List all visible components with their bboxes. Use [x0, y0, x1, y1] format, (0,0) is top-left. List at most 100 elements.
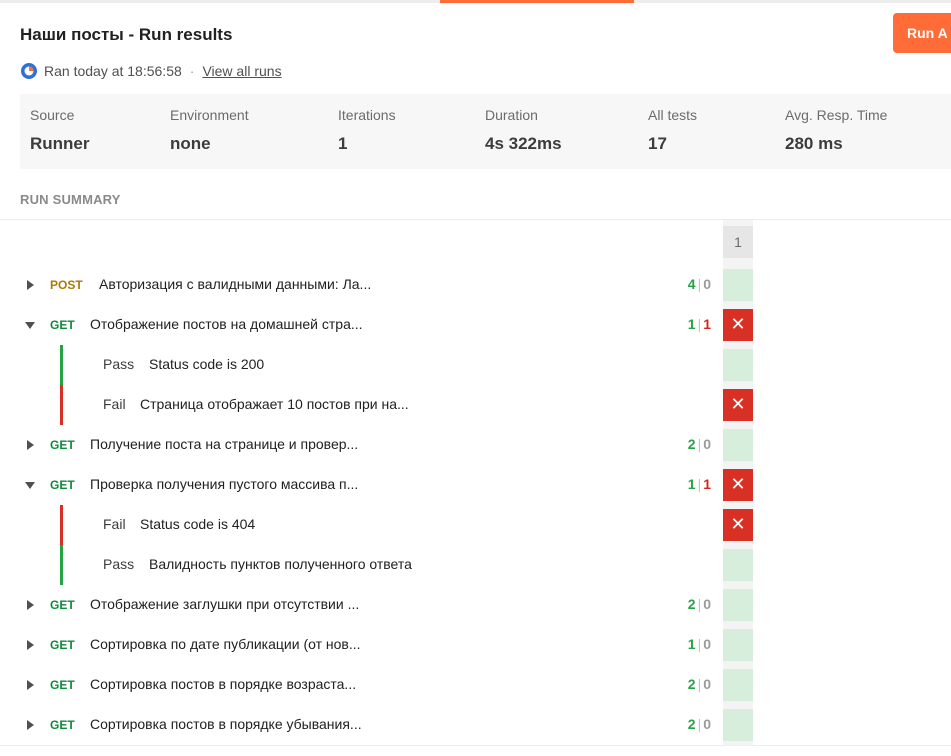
ran-time: Ran today at 18:56:58: [44, 63, 182, 79]
fail-indicator: [60, 385, 63, 425]
run-summary-heading: RUN SUMMARY: [20, 192, 121, 207]
iteration-header[interactable]: 1: [723, 226, 753, 258]
passed-count: 2: [687, 716, 696, 732]
iteration-pass-cell[interactable]: [723, 349, 753, 381]
request-name[interactable]: Сортировка по дате публикации (от нов...: [90, 636, 361, 652]
stat-source: Source Runner: [30, 107, 90, 154]
runner-icon: [21, 63, 37, 79]
test-counts: 1 | 1: [688, 316, 711, 332]
method-badge: GET: [50, 318, 75, 332]
stat-environment: Environment none: [170, 107, 249, 154]
test-result: Fail: [103, 516, 126, 532]
method-badge: GET: [50, 718, 75, 732]
failed-count: 1: [703, 316, 711, 332]
close-icon: ✕: [730, 394, 746, 414]
count-separator: |: [697, 476, 702, 492]
test-row: Fail Status code is 404 ✕: [0, 505, 951, 545]
request-row[interactable]: POST Авторизация с валидными данными: Ла.…: [0, 265, 951, 305]
request-name[interactable]: Проверка получения пустого массива п...: [90, 476, 358, 492]
stat-avg-resp-time: Avg. Resp. Time 280 ms: [785, 107, 887, 154]
stat-duration: Duration 4s 322ms: [485, 107, 562, 154]
caret-down-icon[interactable]: [25, 482, 35, 489]
caret-right-icon[interactable]: [27, 280, 34, 290]
request-name[interactable]: Сортировка постов в порядке возраста...: [90, 676, 356, 692]
test-row: Fail Страница отображает 10 постов при на…: [0, 385, 951, 425]
separator: ·: [189, 63, 195, 79]
iteration-pass-cell[interactable]: [723, 269, 753, 301]
request-row[interactable]: GET Проверка получения пустого массива п.…: [0, 465, 951, 505]
stat-label: Avg. Resp. Time: [785, 107, 888, 123]
stat-value: 280 ms: [785, 134, 843, 153]
count-separator: |: [697, 316, 702, 332]
request-name[interactable]: Авторизация с валидными данными: Ла...: [99, 276, 371, 292]
iteration-pass-cell[interactable]: [723, 709, 753, 741]
count-separator: |: [697, 676, 702, 692]
method-badge: GET: [50, 438, 75, 452]
test-result: Pass: [103, 356, 135, 372]
run-again-button[interactable]: Run A: [893, 13, 951, 53]
failed-count: 0: [703, 596, 711, 612]
request-name[interactable]: Отображение заглушки при отсутствии ...: [90, 596, 359, 612]
iteration-pass-cell[interactable]: [723, 549, 753, 581]
pass-indicator: [60, 345, 63, 385]
pass-indicator: [60, 545, 63, 585]
iteration-fail-cell[interactable]: ✕: [723, 309, 753, 341]
caret-right-icon[interactable]: [27, 440, 34, 450]
request-row[interactable]: GET Получение поста на странице и провер.…: [0, 425, 951, 465]
count-separator: |: [697, 596, 702, 612]
method-badge: GET: [50, 598, 75, 612]
passed-count: 1: [687, 636, 696, 652]
caret-right-icon[interactable]: [27, 640, 34, 650]
caret-down-icon[interactable]: [25, 322, 35, 329]
caret-right-icon[interactable]: [27, 680, 34, 690]
test-row: Pass Валидность пунктов полученного ответ…: [0, 545, 951, 585]
run-info: Ran today at 18:56:58 · View all runs: [20, 61, 282, 81]
divider: [0, 219, 951, 220]
test-name: Страница отображает 10 постов при на...: [140, 396, 409, 412]
iteration-fail-cell[interactable]: ✕: [723, 389, 753, 421]
passed-count: 1: [687, 316, 696, 332]
iteration-fail-cell[interactable]: ✕: [723, 469, 753, 501]
caret-right-icon[interactable]: [27, 720, 34, 730]
request-name[interactable]: Сортировка постов в порядке убывания...: [90, 716, 362, 732]
test-name: Status code is 404: [140, 516, 256, 532]
failed-count: 0: [703, 436, 711, 452]
failed-count: 0: [703, 636, 711, 652]
stat-label: All tests: [648, 107, 698, 123]
iteration-fail-cell[interactable]: ✕: [723, 509, 753, 541]
fail-indicator: [60, 505, 63, 545]
stat-value: Runner: [30, 134, 90, 153]
request-name[interactable]: Отображение постов на домашней стра...: [90, 316, 363, 332]
count-separator: |: [697, 276, 702, 292]
iteration-pass-cell[interactable]: [723, 589, 753, 621]
method-badge: POST: [50, 278, 83, 292]
iteration-pass-cell[interactable]: [723, 629, 753, 661]
stat-all-tests: All tests 17: [648, 107, 697, 154]
iteration-pass-cell[interactable]: [723, 429, 753, 461]
close-icon: ✕: [730, 474, 746, 494]
request-row[interactable]: GET Сортировка постов в порядке убывания.…: [0, 705, 951, 745]
test-counts: 2 | 0: [688, 676, 711, 692]
request-row[interactable]: GET Сортировка постов в порядке возраста.…: [0, 665, 951, 705]
request-name[interactable]: Получение поста на странице и провер...: [90, 436, 358, 452]
test-counts: 4 | 0: [688, 276, 711, 292]
stat-value: 4s 322ms: [485, 134, 562, 153]
request-row[interactable]: GET Отображение заглушки при отсутствии .…: [0, 585, 951, 625]
request-row[interactable]: GET Сортировка по дате публикации (от нов…: [0, 625, 951, 665]
method-badge: GET: [50, 678, 75, 692]
test-counts: 2 | 0: [688, 436, 711, 452]
stat-label: Source: [30, 107, 75, 123]
test-result: Fail: [103, 396, 126, 412]
failed-count: 0: [703, 676, 711, 692]
request-row[interactable]: GET Отображение постов на домашней стра..…: [0, 305, 951, 345]
test-name: Status code is 200: [149, 356, 265, 372]
stat-value: none: [170, 134, 211, 153]
view-all-runs-link[interactable]: View all runs: [202, 63, 281, 79]
iteration-pass-cell[interactable]: [723, 669, 753, 701]
count-separator: |: [697, 716, 702, 732]
close-icon: ✕: [730, 514, 746, 534]
stat-label: Environment: [170, 107, 249, 123]
method-badge: GET: [50, 638, 75, 652]
caret-right-icon[interactable]: [27, 600, 34, 610]
stat-value: 1: [338, 134, 348, 153]
